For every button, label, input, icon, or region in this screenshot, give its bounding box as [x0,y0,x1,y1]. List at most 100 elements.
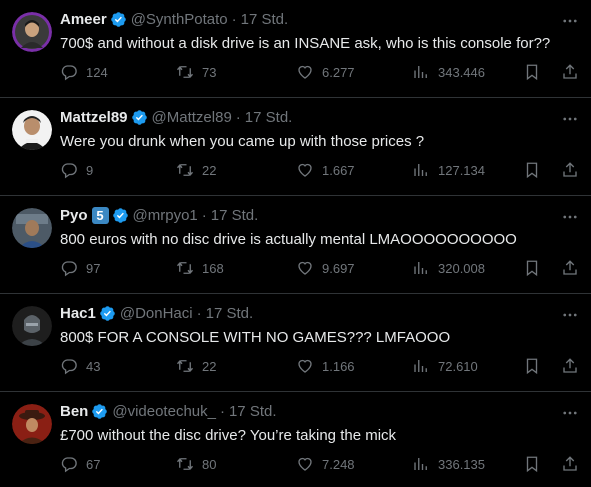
separator: · [201,207,207,224]
timestamp[interactable]: 17 Std. [245,109,293,126]
like-icon [298,163,312,177]
reply-button[interactable]: 124 [60,63,108,81]
like-count: 1.166 [322,358,355,374]
like-button[interactable]: 1.166 [296,357,355,375]
more-icon[interactable] [561,306,579,324]
views-icon [414,458,427,470]
handle[interactable]: @Mattzel89 [152,109,232,126]
bookmark-icon [526,358,538,375]
retweet-icon [176,66,194,78]
reply-button[interactable]: 43 [60,357,100,375]
separator: · [196,305,202,322]
bookmark-button[interactable] [523,455,541,473]
bookmark-button[interactable] [523,161,541,179]
share-icon [563,456,577,471]
reply-icon [61,359,77,375]
tweet-header: Hac1 @DonHaci · 17 Std. [60,305,253,322]
action-bar: 124 73 6.277 343.446 [60,63,579,83]
avatar[interactable] [12,208,52,248]
avatar[interactable] [12,306,52,346]
reply-feed: Ameer @SynthPotato · 17 Std. 700$ and wi… [0,0,591,487]
more-icon[interactable] [561,12,579,30]
views-icon [414,164,427,176]
reply-icon [61,261,77,277]
action-bar: 43 22 1.166 72.610 [60,357,579,377]
share-icon [563,260,577,275]
views-button[interactable]: 72.610 [412,357,478,375]
tweet[interactable]: Mattzel89 @Mattzel89 · 17 Std. Were you … [0,98,591,196]
reply-button[interactable]: 9 [60,161,93,179]
retweet-count: 80 [202,456,217,472]
timestamp[interactable]: 17 Std. [229,403,277,420]
retweet-button[interactable]: 73 [176,63,216,81]
like-icon [298,457,312,471]
retweet-button[interactable]: 168 [176,259,224,277]
timestamp[interactable]: 17 Std. [206,305,254,322]
display-name[interactable]: Pyo [60,207,88,224]
more-icon[interactable] [561,110,579,128]
share-button[interactable] [561,63,579,81]
reply-button[interactable]: 67 [60,455,100,473]
handle[interactable]: @DonHaci [120,305,193,322]
views-button[interactable]: 336.135 [412,455,485,473]
views-button[interactable]: 127.134 [412,161,485,179]
share-button[interactable] [561,259,579,277]
display-name[interactable]: Ben [60,403,88,420]
retweet-button[interactable]: 22 [176,161,216,179]
like-button[interactable]: 9.697 [296,259,355,277]
views-count: 336.135 [438,456,485,472]
like-icon [298,359,312,373]
like-count: 9.697 [322,260,355,276]
reply-count: 97 [86,260,101,276]
display-name[interactable]: Hac1 [60,305,96,322]
timestamp[interactable]: 17 Std. [211,207,259,224]
bookmark-icon [526,260,538,277]
share-button[interactable] [561,161,579,179]
keycap-badge: 5 [91,207,109,224]
views-button[interactable]: 343.446 [412,63,485,81]
handle[interactable]: @mrpyo1 [133,207,198,224]
retweet-button[interactable]: 80 [176,455,216,473]
views-icon [414,360,427,372]
timestamp[interactable]: 17 Std. [241,11,289,28]
bookmark-icon [526,456,538,473]
tweet[interactable]: Ameer @SynthPotato · 17 Std. 700$ and wi… [0,0,591,98]
tweet-header: Ameer @SynthPotato · 17 Std. [60,11,288,28]
display-name[interactable]: Ameer [60,11,107,28]
handle[interactable]: @SynthPotato [131,11,228,28]
views-button[interactable]: 320.008 [412,259,485,277]
tweet[interactable]: Pyo 5 @mrpyo1 · 17 Std. 800 euros with n… [0,196,591,294]
verified-badge-icon [131,109,148,126]
tweet[interactable]: Ben @videotechuk_ · 17 Std. £700 without… [0,392,591,487]
more-icon[interactable] [561,208,579,226]
retweet-count: 22 [202,358,217,374]
tweet-header: Pyo 5 @mrpyo1 · 17 Std. [60,207,258,224]
tweet-header: Ben @videotechuk_ · 17 Std. [60,403,277,420]
avatar[interactable] [12,110,52,150]
bookmark-button[interactable] [523,259,541,277]
display-name[interactable]: Mattzel89 [60,109,128,126]
views-count: 343.446 [438,64,485,80]
like-button[interactable]: 7.248 [296,455,355,473]
reply-count: 9 [86,162,94,178]
like-button[interactable]: 1.667 [296,161,355,179]
verified-badge-icon [112,207,129,224]
separator: · [235,109,241,126]
more-icon[interactable] [561,404,579,422]
bookmark-button[interactable] [523,357,541,375]
like-button[interactable]: 6.277 [296,63,355,81]
views-count: 320.008 [438,260,485,276]
retweet-button[interactable]: 22 [176,357,216,375]
bookmark-button[interactable] [523,63,541,81]
avatar[interactable] [12,12,52,52]
tweet-text: 700$ and without a disk drive is an INSA… [60,35,551,52]
reply-button[interactable]: 97 [60,259,100,277]
avatar[interactable] [12,404,52,444]
share-button[interactable] [561,455,579,473]
share-icon [563,358,577,373]
share-button[interactable] [561,357,579,375]
views-count: 72.610 [438,358,478,374]
tweet[interactable]: Hac1 @DonHaci · 17 Std. 800$ FOR A CONSO… [0,294,591,392]
handle[interactable]: @videotechuk_ [112,403,216,420]
verified-badge-icon [99,305,116,322]
